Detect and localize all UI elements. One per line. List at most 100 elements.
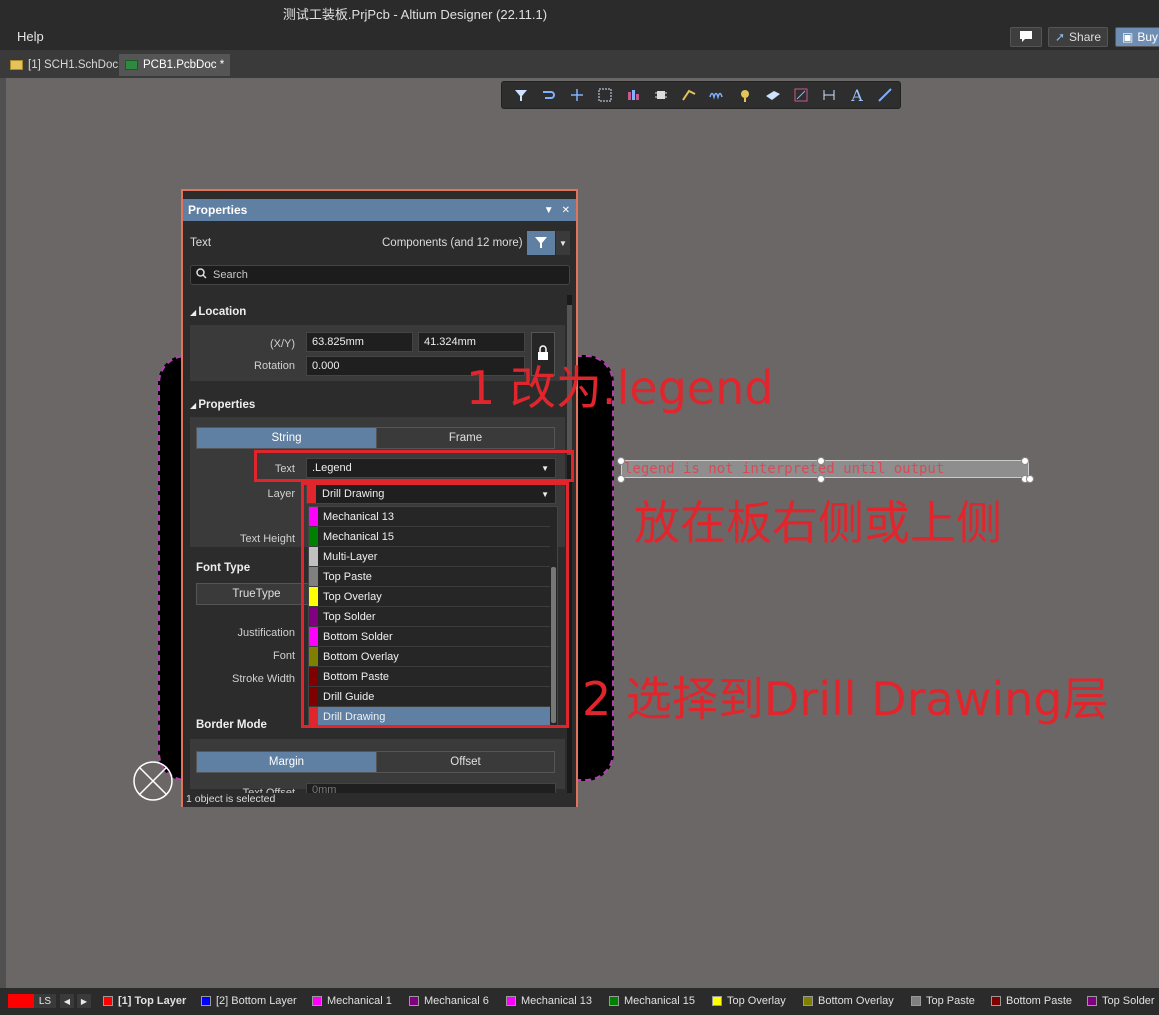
layer-tab[interactable]: Mechanical 15 (609, 994, 695, 1008)
layer-tab-label: Top Solder (1102, 995, 1155, 1007)
object-type-label: Text (190, 237, 212, 249)
window-title: 测试工装板.PrjPcb - Altium Designer (22.11.1) (282, 7, 548, 22)
layer-color-swatch (103, 996, 113, 1006)
filter-dropdown-button[interactable]: ▼ (556, 231, 570, 255)
chevron-right-icon: ▶ (80, 996, 88, 1006)
dimension-icon[interactable] (818, 84, 840, 106)
chevron-down-icon: ▼ (559, 238, 567, 248)
share-label: Share (1069, 30, 1102, 44)
tab-pcb1[interactable]: PCB1.PcbDoc * (119, 54, 231, 76)
track-icon[interactable] (678, 84, 700, 106)
search-input[interactable]: Search (190, 265, 570, 285)
tab-label: PCB1.PcbDoc * (143, 59, 225, 71)
xy-label: (X/Y) (269, 338, 295, 350)
pcb-doc-icon (125, 60, 138, 70)
truetype-button[interactable]: TrueType (196, 583, 317, 605)
panel-title: Properties (188, 203, 248, 217)
y-coordinate-input[interactable]: 41.324mm (418, 332, 525, 352)
layer-scroll-left[interactable]: ◀ (60, 994, 74, 1008)
selection-handle[interactable] (617, 475, 625, 483)
selection-handle[interactable] (1026, 475, 1034, 483)
layer-tab-label: Mechanical 1 (327, 995, 392, 1007)
crosshair-icon[interactable] (566, 84, 588, 106)
layer-tab[interactable]: Bottom Paste (991, 994, 1072, 1008)
selection-handle[interactable] (1021, 457, 1029, 465)
menu-item-help[interactable]: Help (17, 29, 44, 44)
layer-tab[interactable]: Top Paste (911, 994, 975, 1008)
layer-color-swatch (991, 996, 1001, 1006)
tab-frame[interactable]: Frame (376, 427, 555, 449)
current-layer-swatch[interactable] (8, 994, 34, 1008)
layer-tab[interactable]: Top Overlay (712, 994, 786, 1008)
polygon-icon[interactable] (762, 84, 784, 106)
properties-title: Properties (198, 399, 256, 411)
annotation-box-text (254, 450, 574, 482)
properties-section-header[interactable]: ◢ Properties (190, 399, 255, 411)
selection-handle[interactable] (817, 457, 825, 465)
location-section-header[interactable]: ◢ Location (190, 306, 246, 318)
layer-set-button[interactable]: LS (34, 994, 56, 1008)
selection-status: 1 object is selected (183, 793, 576, 807)
keepout-icon[interactable] (790, 84, 812, 106)
chevron-left-icon: ◀ (63, 996, 71, 1006)
tab-string[interactable]: String (196, 427, 377, 449)
tune-length-icon[interactable] (706, 84, 728, 106)
legend-text-object[interactable]: legend is not interpreted until output (621, 460, 1029, 478)
layer-tab[interactable]: Mechanical 13 (506, 994, 592, 1008)
active-bar-toolbar: A (501, 81, 901, 109)
component-icon[interactable] (650, 84, 672, 106)
x-coordinate-input[interactable]: 63.825mm (306, 332, 413, 352)
annotation-step2: 2 选择到Drill Drawing层 (582, 672, 1109, 726)
selection-handle[interactable] (817, 475, 825, 483)
layer-color-swatch (712, 996, 722, 1006)
layer-color-swatch (201, 996, 211, 1006)
buy-button[interactable]: ▣ Buy (1115, 27, 1159, 47)
schematic-doc-icon (10, 60, 23, 70)
layer-tab[interactable]: [1] Top Layer (103, 994, 186, 1008)
margin-button[interactable]: Margin (196, 751, 377, 773)
filter-icon[interactable] (510, 84, 532, 106)
layer-tab[interactable]: Bottom Overlay (803, 994, 894, 1008)
location-title: Location (198, 306, 247, 318)
layer-color-swatch (911, 996, 921, 1006)
share-button[interactable]: ➚ Share (1048, 27, 1108, 47)
origin-marker-icon (132, 760, 174, 802)
filter-button[interactable] (527, 231, 555, 255)
select-rect-icon[interactable] (594, 84, 616, 106)
panel-top-strip (183, 191, 576, 199)
route-icon[interactable] (538, 84, 560, 106)
align-icon[interactable] (622, 84, 644, 106)
layer-tab-label: Mechanical 6 (424, 995, 489, 1007)
buy-label: Buy (1137, 30, 1159, 44)
cart-icon: ▣ (1121, 30, 1134, 44)
comment-icon (1019, 30, 1033, 45)
layer-tab-label: Mechanical 15 (624, 995, 695, 1007)
share-icon: ➚ (1054, 30, 1066, 44)
tab-sch1[interactable]: [1] SCH1.SchDoc (4, 54, 124, 76)
layer-scroll-right[interactable]: ▶ (77, 994, 91, 1008)
layer-tab-label: Bottom Overlay (818, 995, 894, 1007)
panel-menu-icon[interactable]: ▼ (544, 205, 554, 216)
justification-label: Justification (237, 627, 295, 639)
annotation-step1-position: 放在板右侧或上侧 (634, 496, 1002, 550)
filter-icon (534, 235, 548, 252)
via-pad-icon[interactable] (734, 84, 756, 106)
layer-tab[interactable]: [2] Bottom Layer (201, 994, 297, 1008)
close-icon[interactable]: ✕ (562, 205, 570, 216)
annotation-box-layer-list (301, 482, 569, 728)
rotation-label: Rotation (254, 360, 295, 372)
left-panel-strip (0, 78, 6, 988)
menu-bar (0, 24, 1159, 50)
selection-handle[interactable] (617, 457, 625, 465)
layer-color-swatch (1087, 996, 1097, 1006)
layer-tab[interactable]: Mechanical 6 (409, 994, 489, 1008)
layer-tab[interactable]: Top Solder (1087, 994, 1155, 1008)
line-icon[interactable] (874, 84, 896, 106)
text-icon[interactable]: A (846, 84, 868, 106)
notifications-button[interactable] (1010, 27, 1042, 47)
layer-tab[interactable]: Mechanical 1 (312, 994, 392, 1008)
annotation-step1: 1 改为.legend (466, 361, 774, 415)
layer-tab-label: [2] Bottom Layer (216, 995, 297, 1007)
layer-color-swatch (312, 996, 322, 1006)
offset-button[interactable]: Offset (376, 751, 555, 773)
